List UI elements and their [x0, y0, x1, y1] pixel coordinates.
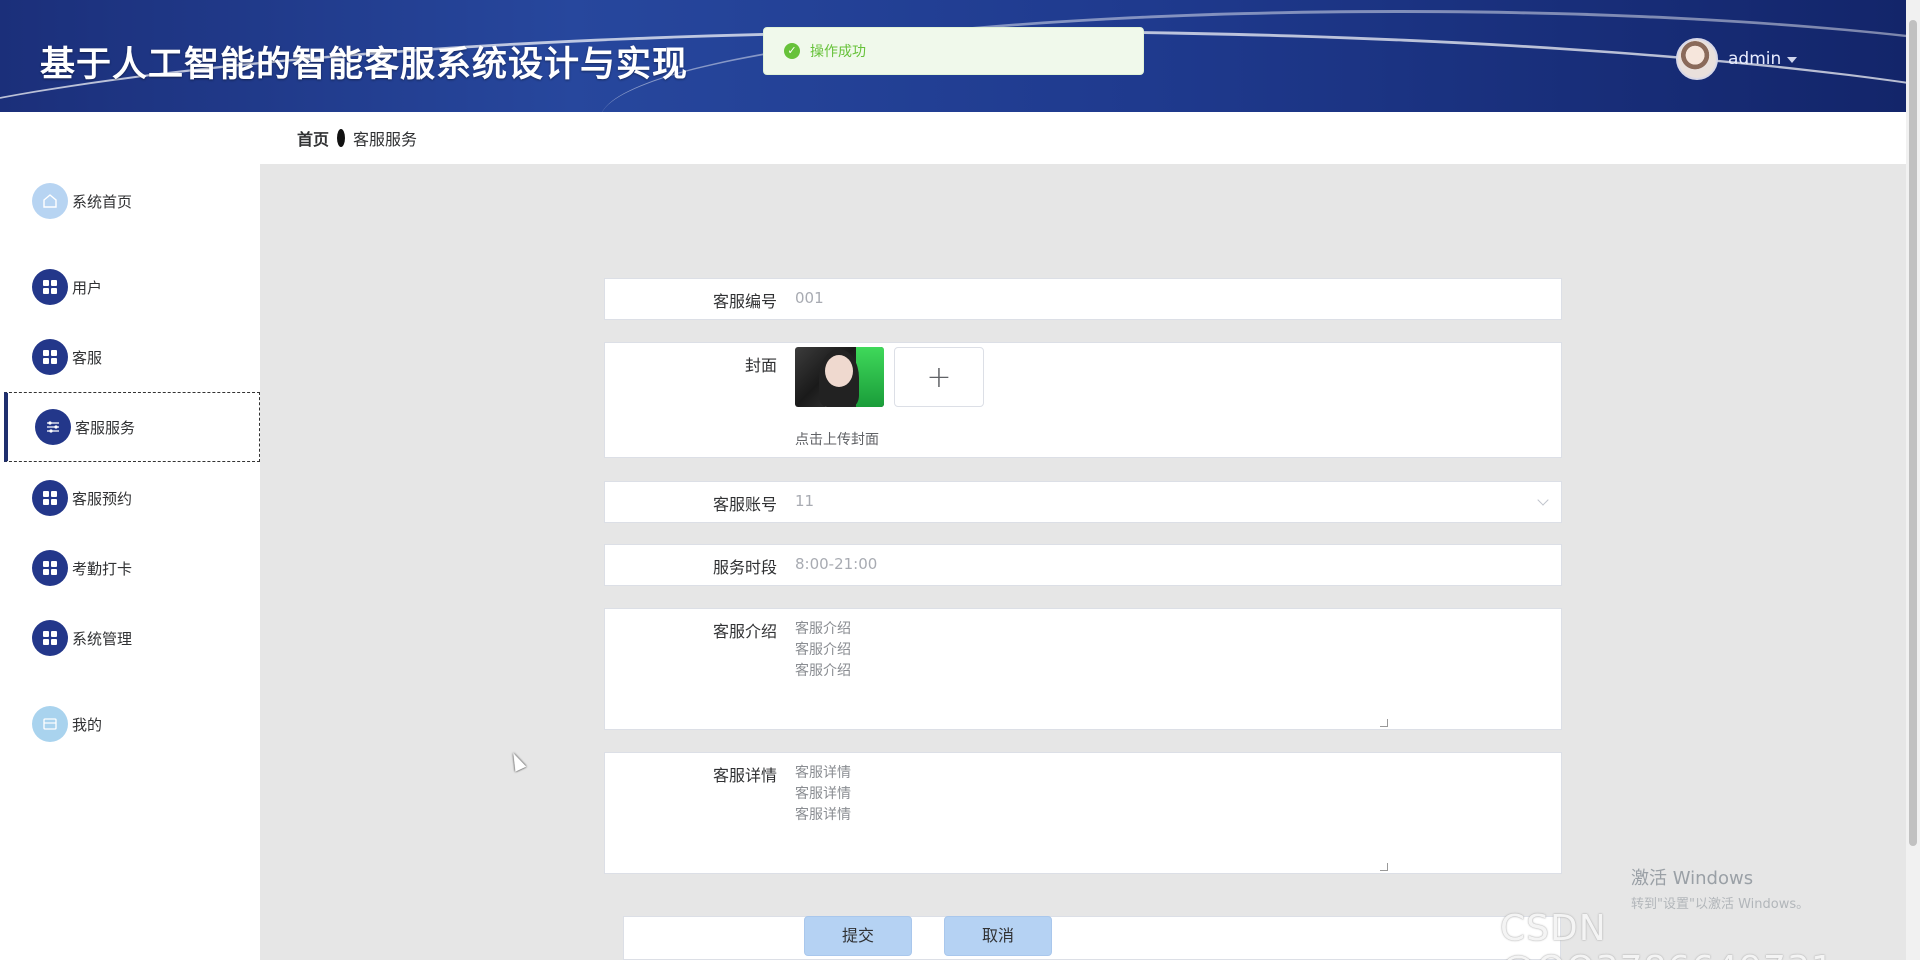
- cover-image-background: [856, 347, 884, 407]
- grid-icon: [32, 269, 68, 305]
- page-scrollbar[interactable]: [1906, 0, 1920, 960]
- submit-button[interactable]: 提交: [804, 916, 912, 956]
- service-no-input[interactable]: 001: [795, 289, 824, 307]
- form-row-intro: 客服介绍 客服介绍 客服介绍 客服介绍: [604, 608, 1562, 730]
- breadcrumb-current: 客服服务: [353, 130, 418, 149]
- detail-textarea[interactable]: 客服详情 客服详情 客服详情: [795, 763, 1375, 826]
- sidebar-item-agent[interactable]: 客服: [0, 322, 260, 392]
- check-circle-icon: ✓: [784, 43, 800, 59]
- cover-thumbnail[interactable]: [795, 347, 884, 407]
- intro-label: 客服介绍: [712, 622, 777, 641]
- activation-title: 激活 Windows: [1631, 868, 1754, 889]
- sidebar-item-label: 客服: [72, 348, 103, 367]
- breadcrumb: 首页 客服服务: [297, 126, 417, 150]
- account-label: 客服账号: [712, 495, 777, 514]
- sidebar-item-attendance[interactable]: 考勤打卡: [0, 533, 260, 603]
- success-toast: ✓ 操作成功: [763, 27, 1144, 75]
- form-row-cover: 封面 + 点击上传封面: [604, 342, 1562, 458]
- cancel-button[interactable]: 取消: [944, 916, 1052, 956]
- toast-message: 操作成功: [810, 44, 866, 60]
- form-actions: [623, 916, 1561, 960]
- sidebar-item-home[interactable]: 系统首页: [0, 166, 260, 236]
- card-icon: [32, 706, 68, 742]
- sliders-icon: [35, 409, 71, 445]
- avatar[interactable]: [1676, 38, 1718, 80]
- sidebar-item-label: 用户: [72, 278, 103, 297]
- upload-hint: 点击上传封面: [795, 432, 879, 448]
- home-icon: [32, 183, 68, 219]
- resize-handle-icon[interactable]: [1380, 719, 1388, 727]
- detail-label: 客服详情: [712, 766, 777, 785]
- breadcrumb-home[interactable]: 首页: [297, 126, 329, 150]
- username[interactable]: admin: [1728, 49, 1781, 69]
- grid-icon: [32, 480, 68, 516]
- app-title: 基于人工智能的智能客服系统设计与实现: [40, 45, 689, 85]
- sidebar: 系统首页 用户 客服 客服服务 客服预约 考勤打卡 系统管理 我的: [0, 112, 260, 960]
- caret-down-icon[interactable]: [1787, 57, 1798, 63]
- form-row-service-hours: 服务时段 8:00-21:00: [604, 544, 1562, 586]
- service-hours-label: 服务时段: [712, 558, 777, 577]
- sidebar-item-users[interactable]: 用户: [0, 252, 260, 322]
- form-row-account: 客服账号 11: [604, 481, 1562, 523]
- sidebar-item-booking[interactable]: 客服预约: [0, 463, 260, 533]
- sidebar-item-label: 客服服务: [75, 418, 136, 437]
- sidebar-item-mine[interactable]: 我的: [0, 689, 260, 759]
- grid-icon: [32, 550, 68, 586]
- service-no-label: 客服编号: [712, 292, 777, 311]
- sidebar-item-label: 我的: [72, 715, 103, 734]
- grid-icon: [32, 339, 68, 375]
- form-row-service-no: 客服编号 001: [604, 278, 1562, 320]
- sidebar-item-system[interactable]: 系统管理: [0, 603, 260, 673]
- chevron-down-icon[interactable]: [1537, 494, 1549, 506]
- breadcrumb-separator-icon: [337, 129, 346, 147]
- cover-image-face: [825, 355, 853, 387]
- scrollbar-thumb[interactable]: [1909, 20, 1917, 846]
- form-row-detail: 客服详情 客服详情 客服详情 客服详情: [604, 752, 1562, 874]
- sidebar-item-label: 客服预约: [72, 489, 133, 508]
- sidebar-item-label: 系统首页: [72, 192, 133, 211]
- user-menu[interactable]: admin: [1676, 38, 1798, 80]
- sidebar-item-label: 考勤打卡: [72, 559, 133, 578]
- sidebar-item-agent-service[interactable]: 客服服务: [4, 392, 260, 462]
- csdn-watermark: CSDN @QQ3786649731: [1500, 908, 1834, 960]
- cover-label: 封面: [744, 356, 777, 375]
- resize-handle-icon[interactable]: [1380, 863, 1388, 871]
- grid-icon: [32, 620, 68, 656]
- intro-textarea[interactable]: 客服介绍 客服介绍 客服介绍: [795, 619, 1375, 682]
- windows-activation-watermark: 激活 Windows 转到"设置"以激活 Windows。: [1631, 864, 1809, 912]
- sidebar-item-label: 系统管理: [72, 629, 133, 648]
- account-select[interactable]: 11: [795, 492, 814, 510]
- upload-button[interactable]: +: [894, 347, 984, 407]
- service-hours-input[interactable]: 8:00-21:00: [795, 555, 877, 573]
